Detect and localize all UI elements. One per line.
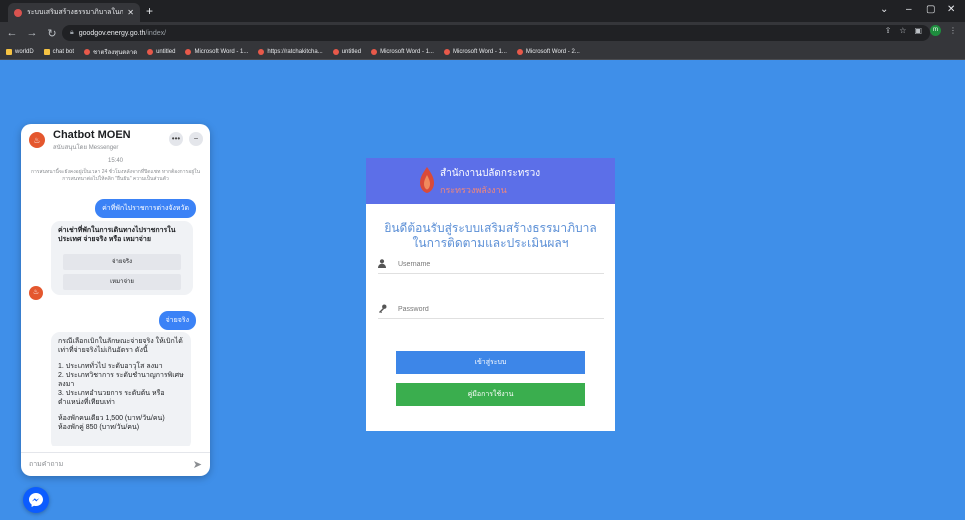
chat-message-input[interactable] — [29, 461, 193, 468]
chat-input-bar: ➤ — [21, 452, 210, 476]
chat-title: Chatbot MOEN — [53, 128, 131, 141]
chat-widget: ♨ Chatbot MOEN สนับสนุนโดย Messenger •••… — [21, 124, 210, 476]
password-field — [378, 301, 604, 319]
user-manual-button[interactable]: คู่มือการใช้งาน — [396, 383, 585, 406]
login-card: ยินดีต้อนรับสู่ระบบเสริมสร้างธรรมาภิบาล … — [366, 204, 615, 431]
username-field — [378, 256, 604, 274]
bookmark-label: Microsoft Word - 1... — [452, 48, 507, 55]
user-icon — [378, 259, 392, 270]
page-icon — [443, 48, 450, 55]
chat-subtitle: สนับสนุนโดย Messenger — [53, 144, 119, 151]
quick-reply-actual-cost[interactable]: จ่ายจริง — [63, 254, 181, 270]
tab-title: ระบบเสริมสร้างธรรมาภิบาลในการติดตาม — [27, 9, 124, 16]
forward-icon[interactable]: → — [24, 27, 40, 39]
bot-avatar: ♨ — [29, 286, 43, 300]
bookmark-item[interactable]: ชาตรีลงทุนตลาด — [84, 47, 137, 57]
org-name-line2: กระทรวงพลังงาน — [440, 184, 507, 195]
browser-tab[interactable]: ระบบเสริมสร้างธรรมาภิบาลในการติดตาม ✕ — [8, 3, 140, 22]
bookmark-item[interactable]: untitled — [332, 48, 362, 55]
site-favicon-icon — [14, 8, 22, 17]
user-message: จ่ายจริง — [158, 311, 196, 330]
quick-reply-lump-sum[interactable]: เหมาจ่าย — [63, 274, 181, 290]
bot-message-item: 3. ประเภทอำนวยการ ระดับต้น หรือ ตำแหน่งท… — [58, 390, 165, 406]
folder-icon — [6, 48, 12, 55]
welcome-line2: ในการติดตามและประเมินผลฯ — [412, 236, 569, 250]
close-window-icon[interactable]: ✕ — [947, 3, 955, 17]
profile-avatar[interactable]: m — [930, 25, 941, 36]
page-icon — [185, 48, 192, 55]
side-panel-icon[interactable]: ▣ — [914, 26, 922, 35]
restore-icon[interactable]: ▢ — [926, 3, 935, 17]
bookmark-label: https://ratchakitcha... — [267, 48, 323, 55]
bot-message: ค่าเช่าที่พักในการเดินทางไปราชการในประเท… — [51, 221, 193, 295]
bot-message-intro: กรณีเลือกเบิกในลักษณะจ่ายจริง ให้เบิกได้… — [58, 338, 183, 354]
bookmark-item[interactable]: worldD — [6, 48, 34, 55]
welcome-line1: ยินดีต้อนรับสู่ระบบเสริมสร้างธรรมาภิบาล — [384, 221, 597, 235]
key-icon — [378, 304, 392, 315]
tab-search-chevron-icon[interactable]: ⌄ — [880, 3, 888, 17]
login-header: สำนักงานปลัดกระทรวง กระทรวงพลังงาน — [366, 158, 615, 204]
ministry-logo-icon — [420, 167, 434, 193]
browser-menu-icon[interactable]: ⋮ — [949, 26, 957, 35]
send-icon[interactable]: ➤ — [193, 458, 202, 471]
bookmark-label: untitled — [341, 48, 362, 55]
bot-message-rate: ห้องพักคนเดียว 1,500 (บาท/วัน/คน) — [58, 415, 165, 422]
bookmark-label: Microsoft Word - 1... — [194, 48, 249, 55]
lock-icon: 🔒︎ — [70, 29, 74, 36]
bookmark-star-icon[interactable]: ☆ — [899, 26, 906, 35]
chatbot-logo-icon: ♨ — [29, 132, 45, 148]
bookmark-label: worldD — [15, 48, 34, 55]
chat-options-icon[interactable]: ••• — [169, 132, 183, 146]
bookmark-item[interactable]: Microsoft Word - 1... — [371, 48, 434, 55]
messenger-icon — [29, 493, 43, 507]
chat-timestamp: 15:40 — [107, 158, 123, 164]
welcome-heading: ยินดีต้อนรับสู่ระบบเสริมสร้างธรรมาภิบาล … — [366, 221, 615, 251]
bookmark-label: ชาตรีลงทุนตลาด — [93, 49, 138, 56]
url-path: /index/ — [145, 29, 167, 37]
page-icon — [371, 48, 378, 55]
minimize-icon[interactable]: – — [906, 3, 912, 17]
bookmarks-bar: worldD chat bot ชาตรีลงทุนตลาด untitled Micr… — [0, 44, 965, 60]
folder-icon — [43, 48, 50, 55]
bookmark-item[interactable]: chat bot — [43, 48, 75, 55]
bookmark-label: Microsoft Word - 2... — [525, 48, 580, 55]
page-icon — [84, 48, 91, 55]
address-bar[interactable]: 🔒︎ goodgov.energy.go.th/index/ — [62, 25, 930, 41]
page-icon — [147, 48, 154, 55]
chat-messages[interactable]: 15:40 การสนทนานี้จะยังคงอยู่เป็นเวลา 24 … — [21, 156, 210, 446]
bookmark-label: chat bot — [52, 48, 75, 55]
messenger-button[interactable] — [23, 487, 49, 513]
bookmark-item[interactable]: Microsoft Word - 1... — [443, 48, 507, 55]
bookmark-label: untitled — [156, 48, 176, 55]
bot-message-text: ค่าเช่าที่พักในการเดินทางไปราชการในประเท… — [58, 227, 176, 243]
bot-message-rate: ห้องพักคู่ 850 (บาท/วัน/คน) — [58, 424, 140, 431]
browser-tabstrip: ระบบเสริมสร้างธรรมาภิบาลในการติดตาม ✕ + … — [0, 0, 965, 22]
chat-minimize-icon[interactable]: − — [189, 132, 203, 146]
username-input[interactable] — [398, 261, 604, 268]
reload-icon[interactable]: ↻ — [44, 27, 60, 40]
org-name-line1: สำนักงานปลัดกระทรวง — [440, 167, 541, 179]
page-icon — [332, 48, 339, 55]
password-input[interactable] — [398, 306, 604, 313]
browser-toolbar: ← → ↻ 🔒︎ goodgov.energy.go.th/index/ ⇪ ☆… — [0, 22, 965, 44]
bot-message: กรณีเลือกเบิกในลักษณะจ่ายจริง ให้เบิกได้… — [51, 332, 191, 446]
chat-system-message: การสนทนานี้จะยังคงอยู่เป็นเวลา 24 ชั่วโม… — [30, 169, 200, 182]
bot-message-item: 1. ประเภททั่วไป ระดับอาวุโส ลงมา — [58, 363, 163, 370]
bookmark-item[interactable]: https://ratchakitcha... — [258, 48, 323, 55]
url-host: goodgov.energy.go.th — [78, 29, 146, 37]
new-tab-icon[interactable]: + — [146, 3, 153, 19]
bookmark-item[interactable]: Microsoft Word - 1... — [185, 48, 249, 55]
close-tab-icon[interactable]: ✕ — [127, 8, 134, 17]
user-message: ค่าที่พักไปราชการต่างจังหวัด — [95, 199, 196, 218]
page-icon — [516, 48, 523, 55]
share-icon[interactable]: ⇪ — [885, 26, 892, 35]
back-icon[interactable]: ← — [4, 27, 20, 39]
bookmark-item[interactable]: Microsoft Word - 2... — [516, 48, 580, 55]
bookmark-item[interactable]: untitled — [147, 48, 176, 55]
bookmark-label: Microsoft Word - 1... — [380, 48, 434, 55]
bot-message-item: 2. ประเภทวิชาการ ระดับชำนาญการพิเศษ ลงมา — [58, 372, 184, 388]
login-button[interactable]: เข้าสู่ระบบ — [396, 351, 585, 374]
page-icon — [258, 48, 265, 55]
chat-header: ♨ Chatbot MOEN สนับสนุนโดย Messenger •••… — [21, 124, 210, 156]
